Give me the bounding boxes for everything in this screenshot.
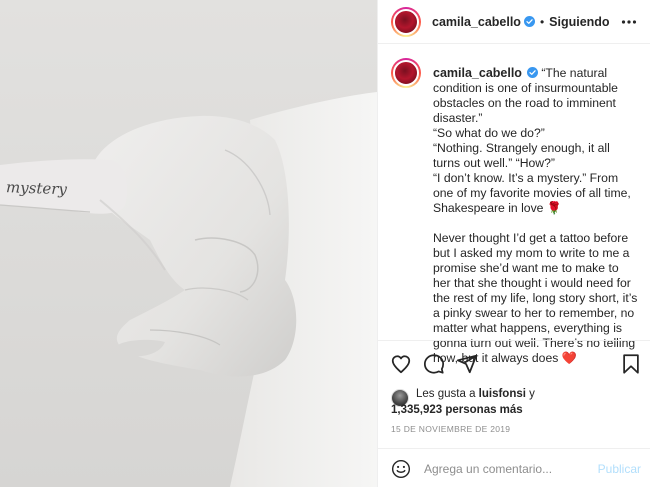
author-avatar[interactable]	[391, 6, 421, 37]
author-username[interactable]: camila_cabello	[432, 15, 521, 29]
bookmark-icon[interactable]	[620, 353, 642, 375]
post-photo[interactable]: mystery	[0, 0, 377, 487]
post-details-panel: camila_cabello • Siguiendo camila_cabell…	[377, 0, 650, 487]
comment-bar: Publicar	[378, 448, 650, 487]
tattoo-text: mystery	[6, 178, 68, 198]
caption-line: “Nothing. Strangely enough, it all turns…	[433, 141, 610, 170]
liker-username[interactable]: luisfonsi	[479, 388, 526, 400]
caption-line: “I don’t know. It’s a mystery.” From one…	[433, 171, 631, 215]
likes-conjunction: y	[525, 388, 535, 400]
following-button[interactable]: Siguiendo	[549, 15, 609, 29]
action-bar	[378, 340, 650, 388]
tattooed-hand-image: mystery	[0, 0, 377, 487]
verified-badge-icon	[526, 67, 538, 78]
share-icon[interactable]	[456, 353, 478, 375]
caption-line: “So what do we do?”	[433, 126, 545, 140]
separator-dot: •	[539, 14, 545, 29]
publish-button[interactable]: Publicar	[598, 462, 641, 476]
caption-username[interactable]: camila_cabello	[433, 66, 522, 80]
caption-author-avatar[interactable]	[391, 58, 421, 88]
emoji-icon[interactable]	[391, 459, 411, 479]
post-header: camila_cabello • Siguiendo	[378, 0, 650, 44]
verified-badge-icon	[523, 16, 535, 27]
post-date[interactable]: 15 de noviembre de 2019	[391, 424, 510, 434]
comment-icon[interactable]	[423, 353, 445, 375]
heart-icon[interactable]	[390, 353, 412, 375]
post-caption: camila_cabello “The natural condition is…	[433, 66, 638, 366]
likes-prefix: Les gusta a	[416, 388, 479, 400]
more-options-icon[interactable]	[621, 14, 637, 30]
comment-input[interactable]	[424, 461, 584, 477]
likes-count[interactable]: 1,335,923 personas más	[391, 404, 523, 416]
